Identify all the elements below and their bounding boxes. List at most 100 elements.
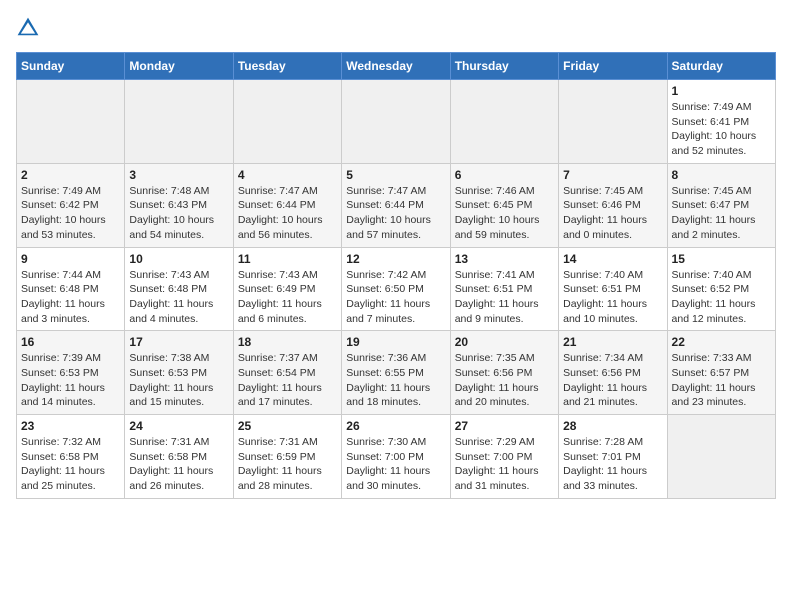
- calendar-cell: 18 Sunrise: 7:37 AM Sunset: 6:54 PM Dayli…: [233, 331, 341, 415]
- calendar-cell: 21 Sunrise: 7:34 AM Sunset: 6:56 PM Dayli…: [559, 331, 667, 415]
- day-number: 23: [21, 419, 120, 433]
- calendar-cell: [342, 80, 450, 164]
- calendar-cell: 19 Sunrise: 7:36 AM Sunset: 6:55 PM Dayli…: [342, 331, 450, 415]
- day-number: 21: [563, 335, 662, 349]
- day-number: 19: [346, 335, 445, 349]
- calendar-week-row: 1 Sunrise: 7:49 AM Sunset: 6:41 PM Daylig…: [17, 80, 776, 164]
- calendar-cell: 5 Sunrise: 7:47 AM Sunset: 6:44 PM Daylig…: [342, 163, 450, 247]
- calendar-header-row: SundayMondayTuesdayWednesdayThursdayFrid…: [17, 53, 776, 80]
- day-header-thursday: Thursday: [450, 53, 558, 80]
- calendar-cell: 23 Sunrise: 7:32 AM Sunset: 6:58 PM Dayli…: [17, 415, 125, 499]
- day-number: 20: [455, 335, 554, 349]
- calendar-week-row: 16 Sunrise: 7:39 AM Sunset: 6:53 PM Dayli…: [17, 331, 776, 415]
- calendar-cell: 8Sunrise: 7:45 AM Sunset: 6:47 PM Daylig…: [667, 163, 775, 247]
- logo: [16, 16, 44, 40]
- calendar-cell: 4 Sunrise: 7:47 AM Sunset: 6:44 PM Daylig…: [233, 163, 341, 247]
- day-info: Sunrise: 7:33 AM Sunset: 6:57 PM Dayligh…: [672, 351, 771, 410]
- day-info: Sunrise: 7:32 AM Sunset: 6:58 PM Dayligh…: [21, 435, 120, 494]
- calendar-cell: 24 Sunrise: 7:31 AM Sunset: 6:58 PM Dayli…: [125, 415, 233, 499]
- day-info: Sunrise: 7:47 AM Sunset: 6:44 PM Dayligh…: [238, 184, 337, 243]
- calendar-cell: 20 Sunrise: 7:35 AM Sunset: 6:56 PM Dayli…: [450, 331, 558, 415]
- calendar-table: SundayMondayTuesdayWednesdayThursdayFrid…: [16, 52, 776, 499]
- day-header-tuesday: Tuesday: [233, 53, 341, 80]
- day-number: 10: [129, 252, 228, 266]
- calendar-week-row: 23 Sunrise: 7:32 AM Sunset: 6:58 PM Dayli…: [17, 415, 776, 499]
- day-info: Sunrise: 7:45 AM Sunset: 6:46 PM Dayligh…: [563, 184, 662, 243]
- day-number: 17: [129, 335, 228, 349]
- day-number: 3: [129, 168, 228, 182]
- calendar-cell: 15Sunrise: 7:40 AM Sunset: 6:52 PM Dayli…: [667, 247, 775, 331]
- day-info: Sunrise: 7:28 AM Sunset: 7:01 PM Dayligh…: [563, 435, 662, 494]
- calendar-cell: 28 Sunrise: 7:28 AM Sunset: 7:01 PM Dayli…: [559, 415, 667, 499]
- day-number: 16: [21, 335, 120, 349]
- calendar-cell: 12Sunrise: 7:42 AM Sunset: 6:50 PM Dayli…: [342, 247, 450, 331]
- day-header-wednesday: Wednesday: [342, 53, 450, 80]
- calendar-cell: 10 Sunrise: 7:43 AM Sunset: 6:48 PM Dayli…: [125, 247, 233, 331]
- day-info: Sunrise: 7:43 AM Sunset: 6:49 PM Dayligh…: [238, 268, 337, 327]
- day-info: Sunrise: 7:43 AM Sunset: 6:48 PM Dayligh…: [129, 268, 228, 327]
- day-info: Sunrise: 7:45 AM Sunset: 6:47 PM Dayligh…: [672, 184, 771, 243]
- calendar-cell: 27 Sunrise: 7:29 AM Sunset: 7:00 PM Dayli…: [450, 415, 558, 499]
- day-info: Sunrise: 7:29 AM Sunset: 7:00 PM Dayligh…: [455, 435, 554, 494]
- day-header-friday: Friday: [559, 53, 667, 80]
- day-number: 26: [346, 419, 445, 433]
- day-info: Sunrise: 7:36 AM Sunset: 6:55 PM Dayligh…: [346, 351, 445, 410]
- calendar-cell: 26 Sunrise: 7:30 AM Sunset: 7:00 PM Dayli…: [342, 415, 450, 499]
- calendar-cell: [17, 80, 125, 164]
- calendar-cell: [125, 80, 233, 164]
- day-number: 24: [129, 419, 228, 433]
- day-number: 18: [238, 335, 337, 349]
- day-info: Sunrise: 7:44 AM Sunset: 6:48 PM Dayligh…: [21, 268, 120, 327]
- day-number: 12: [346, 252, 445, 266]
- day-number: 6: [455, 168, 554, 182]
- day-number: 2: [21, 168, 120, 182]
- calendar-cell: 14Sunrise: 7:40 AM Sunset: 6:51 PM Dayli…: [559, 247, 667, 331]
- day-number: 28: [563, 419, 662, 433]
- day-number: 14: [563, 252, 662, 266]
- calendar-cell: 16 Sunrise: 7:39 AM Sunset: 6:53 PM Dayli…: [17, 331, 125, 415]
- calendar-cell: [559, 80, 667, 164]
- day-info: Sunrise: 7:31 AM Sunset: 6:59 PM Dayligh…: [238, 435, 337, 494]
- day-number: 11: [238, 252, 337, 266]
- day-number: 13: [455, 252, 554, 266]
- day-info: Sunrise: 7:41 AM Sunset: 6:51 PM Dayligh…: [455, 268, 554, 327]
- calendar-week-row: 9 Sunrise: 7:44 AM Sunset: 6:48 PM Daylig…: [17, 247, 776, 331]
- calendar-cell: 6 Sunrise: 7:46 AM Sunset: 6:45 PM Daylig…: [450, 163, 558, 247]
- day-number: 5: [346, 168, 445, 182]
- calendar-cell: 11 Sunrise: 7:43 AM Sunset: 6:49 PM Dayli…: [233, 247, 341, 331]
- day-number: 27: [455, 419, 554, 433]
- day-header-saturday: Saturday: [667, 53, 775, 80]
- day-info: Sunrise: 7:34 AM Sunset: 6:56 PM Dayligh…: [563, 351, 662, 410]
- calendar-cell: 3 Sunrise: 7:48 AM Sunset: 6:43 PM Daylig…: [125, 163, 233, 247]
- calendar-cell: [450, 80, 558, 164]
- day-number: 7: [563, 168, 662, 182]
- day-info: Sunrise: 7:49 AM Sunset: 6:41 PM Dayligh…: [672, 100, 771, 159]
- logo-icon: [16, 16, 40, 40]
- calendar-cell: 13 Sunrise: 7:41 AM Sunset: 6:51 PM Dayli…: [450, 247, 558, 331]
- calendar-cell: 9 Sunrise: 7:44 AM Sunset: 6:48 PM Daylig…: [17, 247, 125, 331]
- day-info: Sunrise: 7:30 AM Sunset: 7:00 PM Dayligh…: [346, 435, 445, 494]
- calendar-cell: 7 Sunrise: 7:45 AM Sunset: 6:46 PM Daylig…: [559, 163, 667, 247]
- calendar-cell: 1 Sunrise: 7:49 AM Sunset: 6:41 PM Daylig…: [667, 80, 775, 164]
- day-info: Sunrise: 7:40 AM Sunset: 6:52 PM Dayligh…: [672, 268, 771, 327]
- day-header-sunday: Sunday: [17, 53, 125, 80]
- day-info: Sunrise: 7:35 AM Sunset: 6:56 PM Dayligh…: [455, 351, 554, 410]
- calendar-cell: 25 Sunrise: 7:31 AM Sunset: 6:59 PM Dayli…: [233, 415, 341, 499]
- calendar-cell: 17 Sunrise: 7:38 AM Sunset: 6:53 PM Dayli…: [125, 331, 233, 415]
- calendar-cell: [233, 80, 341, 164]
- calendar-cell: [667, 415, 775, 499]
- day-info: Sunrise: 7:38 AM Sunset: 6:53 PM Dayligh…: [129, 351, 228, 410]
- calendar-cell: 22Sunrise: 7:33 AM Sunset: 6:57 PM Dayli…: [667, 331, 775, 415]
- day-info: Sunrise: 7:47 AM Sunset: 6:44 PM Dayligh…: [346, 184, 445, 243]
- day-info: Sunrise: 7:39 AM Sunset: 6:53 PM Dayligh…: [21, 351, 120, 410]
- calendar-cell: 2Sunrise: 7:49 AM Sunset: 6:42 PM Daylig…: [17, 163, 125, 247]
- day-number: 4: [238, 168, 337, 182]
- day-number: 9: [21, 252, 120, 266]
- day-number: 1: [672, 84, 771, 98]
- day-info: Sunrise: 7:37 AM Sunset: 6:54 PM Dayligh…: [238, 351, 337, 410]
- day-info: Sunrise: 7:31 AM Sunset: 6:58 PM Dayligh…: [129, 435, 228, 494]
- calendar-week-row: 2Sunrise: 7:49 AM Sunset: 6:42 PM Daylig…: [17, 163, 776, 247]
- day-number: 25: [238, 419, 337, 433]
- day-info: Sunrise: 7:48 AM Sunset: 6:43 PM Dayligh…: [129, 184, 228, 243]
- day-info: Sunrise: 7:46 AM Sunset: 6:45 PM Dayligh…: [455, 184, 554, 243]
